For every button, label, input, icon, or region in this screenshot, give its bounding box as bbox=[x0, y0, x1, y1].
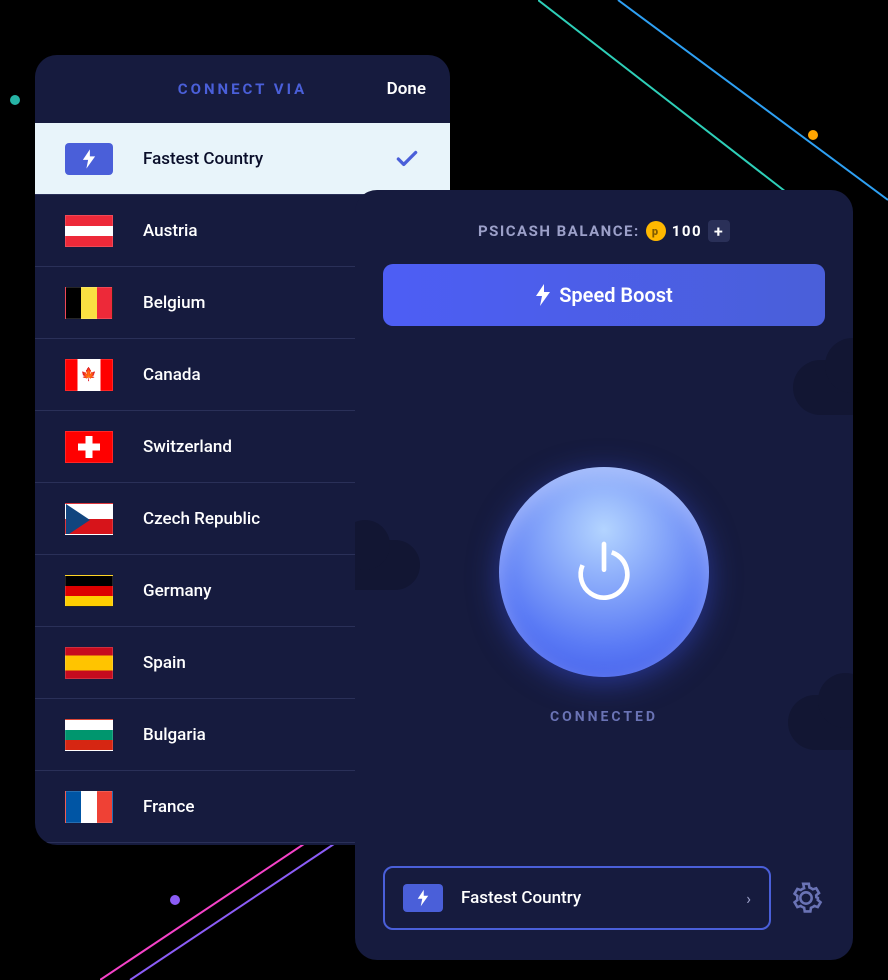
country-label: Switzerland bbox=[143, 437, 232, 457]
speed-boost-label: Speed Boost bbox=[559, 283, 673, 307]
flag-icon-es bbox=[65, 647, 113, 679]
country-item-fastest[interactable]: Fastest Country bbox=[35, 123, 450, 195]
power-area: CONNECTED bbox=[383, 326, 825, 866]
region-selector-label: Fastest Country bbox=[461, 888, 581, 908]
chevron-right-icon: › bbox=[746, 889, 751, 908]
flag-icon-bg bbox=[65, 719, 113, 751]
flag-icon-at bbox=[65, 215, 113, 247]
decorative-dot bbox=[808, 130, 818, 140]
check-icon bbox=[394, 146, 420, 172]
connection-status: CONNECTED bbox=[550, 709, 658, 725]
power-icon bbox=[569, 537, 639, 607]
gear-icon bbox=[789, 881, 823, 915]
flag-icon-be bbox=[65, 287, 113, 319]
lightning-flag-icon bbox=[403, 884, 443, 912]
decorative-dot bbox=[10, 95, 20, 105]
psicash-amount: 100 bbox=[672, 222, 702, 240]
bottom-actions: Fastest Country › bbox=[383, 866, 825, 930]
flag-icon-fr bbox=[65, 791, 113, 823]
country-label: Fastest Country bbox=[143, 149, 263, 169]
country-label: Belgium bbox=[143, 293, 205, 313]
decorative-dot bbox=[170, 895, 180, 905]
psicash-label: PSICASH BALANCE: bbox=[478, 222, 640, 240]
psicash-add-button[interactable]: + bbox=[708, 220, 730, 242]
country-label: Austria bbox=[143, 221, 198, 241]
settings-button[interactable] bbox=[787, 879, 825, 917]
power-button[interactable] bbox=[499, 467, 709, 677]
country-label: Spain bbox=[143, 653, 186, 673]
country-list-title: CONNECT VIA bbox=[178, 80, 307, 98]
psicash-balance-row: PSICASH BALANCE: p 100 + bbox=[383, 220, 825, 242]
done-button[interactable]: Done bbox=[387, 79, 426, 99]
country-label: Bulgaria bbox=[143, 725, 206, 745]
country-label: Canada bbox=[143, 365, 201, 385]
flag-icon-cz bbox=[65, 503, 113, 535]
country-label: Czech Republic bbox=[143, 509, 260, 529]
speed-boost-button[interactable]: Speed Boost bbox=[383, 264, 825, 326]
country-label: Germany bbox=[143, 581, 211, 601]
flag-icon-fastest bbox=[65, 143, 113, 175]
region-selector[interactable]: Fastest Country › bbox=[383, 866, 771, 930]
country-label: France bbox=[143, 797, 194, 817]
country-list-header: CONNECT VIA Done bbox=[35, 55, 450, 123]
main-panel: PSICASH BALANCE: p 100 + Speed Boost CON… bbox=[355, 190, 853, 960]
psicash-coin-icon: p bbox=[646, 221, 666, 241]
flag-icon-ch bbox=[65, 431, 113, 463]
flag-icon-de bbox=[65, 575, 113, 607]
lightning-icon bbox=[535, 284, 551, 306]
flag-icon-ca bbox=[65, 359, 113, 391]
